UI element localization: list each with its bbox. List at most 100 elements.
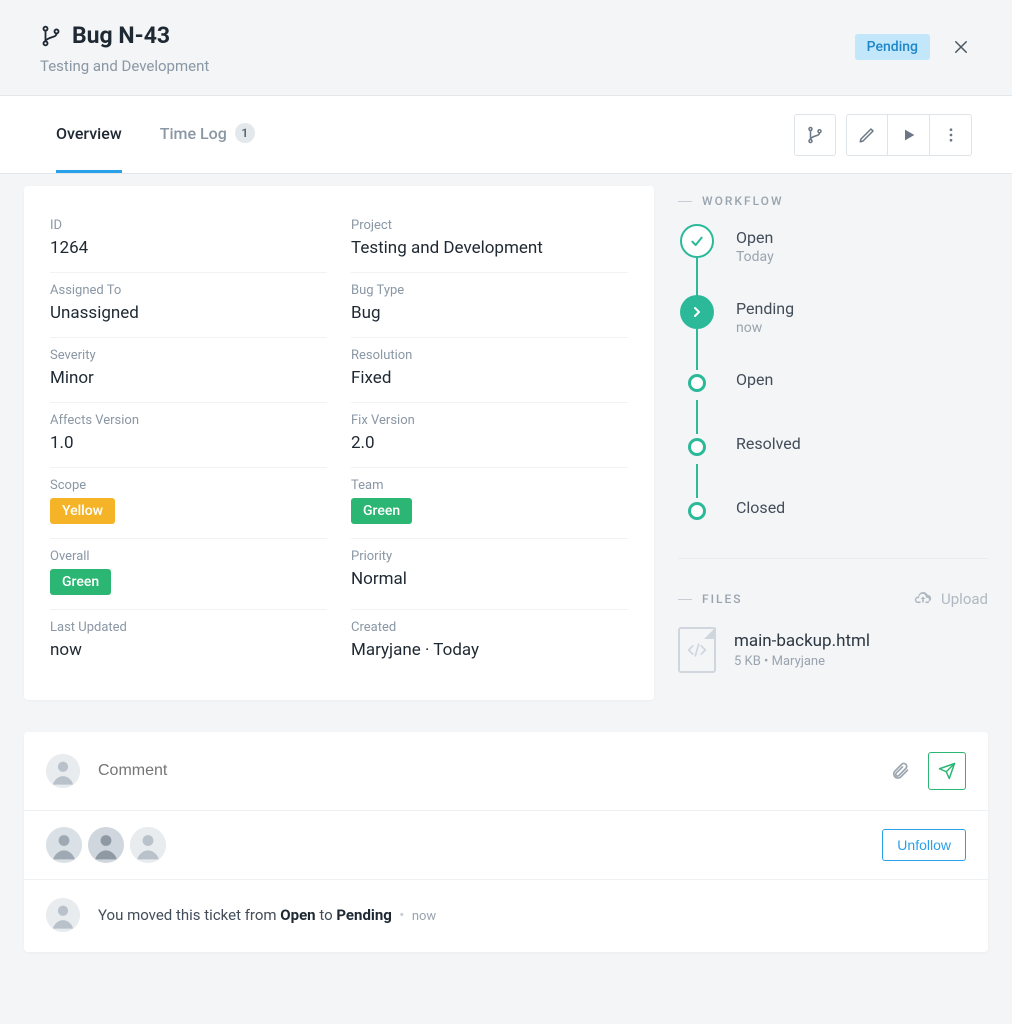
current-user-avatar — [46, 754, 80, 788]
label-project: Project — [351, 218, 628, 233]
label-updated: Last Updated — [50, 620, 327, 635]
file-item[interactable]: main-backup.html 5 KB • Maryjane — [678, 609, 988, 673]
label-bugtype: Bug Type — [351, 283, 628, 298]
activity-prefix: You moved this ticket from — [98, 906, 280, 924]
send-button[interactable] — [928, 752, 966, 790]
value-team: Green — [351, 498, 412, 524]
tab-overview-label: Overview — [56, 124, 122, 143]
label-severity: Severity — [50, 348, 327, 363]
workflow-step-time: Today — [736, 249, 774, 265]
page-title: Bug N-43 — [72, 22, 170, 49]
tabs: Overview Time Log 1 — [56, 96, 255, 173]
circle-icon — [688, 502, 706, 520]
field-affects: Affects Version 1.0 — [50, 403, 327, 468]
workflow-step-open-done[interactable]: Open Today — [680, 224, 988, 295]
field-overall: Overall Green — [50, 539, 327, 610]
tab-timelog-count: 1 — [235, 123, 255, 143]
title-row: Bug N-43 — [40, 22, 209, 49]
label-fix: Fix Version — [351, 413, 628, 428]
field-created: Created Maryjane · Today — [351, 610, 628, 674]
field-severity: Severity Minor — [50, 338, 327, 403]
main: ID 1264 Project Testing and Development … — [0, 174, 1012, 700]
field-scope: Scope Yellow — [50, 468, 327, 539]
branch-icon — [40, 25, 62, 47]
activity-from: Open — [280, 906, 315, 924]
activity-mid: to — [316, 906, 337, 924]
workflow-list: Open Today Pending now — [680, 224, 988, 528]
header-left: Bug N-43 Testing and Development — [40, 22, 209, 75]
side-panel: WORKFLOW Open Today — [678, 186, 988, 685]
followers-row: Unfollow — [24, 811, 988, 880]
workflow-section: WORKFLOW Open Today — [678, 186, 988, 540]
workflow-step-title: Pending — [736, 299, 794, 318]
follower-avatar[interactable] — [130, 827, 166, 863]
value-priority: Normal — [351, 569, 628, 589]
follower-avatar[interactable] — [46, 827, 82, 863]
workflow-step-resolved[interactable]: Resolved — [680, 430, 988, 494]
page-subtitle: Testing and Development — [40, 57, 209, 75]
circle-icon — [688, 374, 706, 392]
value-resolution: Fixed — [351, 368, 628, 388]
label-overall: Overall — [50, 549, 327, 564]
heading-dash-icon — [678, 599, 692, 600]
activity-to: Pending — [336, 906, 391, 924]
tab-timelog[interactable]: Time Log 1 — [160, 96, 255, 173]
branch-button[interactable] — [794, 114, 836, 156]
activity-time: now — [412, 909, 436, 924]
value-assigned: Unassigned — [50, 303, 327, 323]
details-grid: ID 1264 Project Testing and Development … — [50, 208, 628, 674]
edit-button[interactable] — [846, 114, 888, 156]
chevron-right-icon — [680, 295, 714, 329]
action-group — [846, 114, 972, 156]
more-button[interactable] — [930, 114, 972, 156]
value-fix: 2.0 — [351, 433, 628, 453]
field-updated: Last Updated now — [50, 610, 327, 674]
follower-avatars — [46, 827, 172, 863]
label-affects: Affects Version — [50, 413, 327, 428]
toolbar-actions — [794, 114, 972, 156]
workflow-step-open[interactable]: Open — [680, 366, 988, 430]
label-team: Team — [351, 478, 628, 493]
files-section: FILES Upload main-backup.html 5 KB • Mar… — [678, 559, 988, 685]
field-priority: Priority Normal — [351, 539, 628, 610]
workflow-step-title: Open — [736, 228, 774, 247]
field-assigned: Assigned To Unassigned — [50, 273, 327, 338]
tab-timelog-label: Time Log — [160, 124, 227, 143]
workflow-step-pending-current[interactable]: Pending now — [680, 295, 988, 366]
field-resolution: Resolution Fixed — [351, 338, 628, 403]
field-fix: Fix Version 2.0 — [351, 403, 628, 468]
workflow-step-closed[interactable]: Closed — [680, 494, 988, 528]
value-scope: Yellow — [50, 498, 115, 524]
close-button[interactable] — [950, 36, 972, 58]
play-button[interactable] — [888, 114, 930, 156]
cloud-upload-icon — [913, 589, 933, 609]
file-name: main-backup.html — [734, 631, 870, 651]
value-bugtype: Bug — [351, 303, 628, 323]
tab-overview[interactable]: Overview — [56, 96, 122, 173]
workflow-heading-text: WORKFLOW — [702, 194, 784, 208]
follower-avatar[interactable] — [88, 827, 124, 863]
label-resolution: Resolution — [351, 348, 628, 363]
field-id: ID 1264 — [50, 208, 327, 273]
field-project: Project Testing and Development — [351, 208, 628, 273]
workflow-step-title: Closed — [736, 498, 785, 517]
status-badge: Pending — [855, 34, 930, 60]
label-assigned: Assigned To — [50, 283, 327, 298]
upload-button[interactable]: Upload — [913, 589, 988, 609]
value-updated: now — [50, 640, 327, 660]
unfollow-button[interactable]: Unfollow — [882, 829, 966, 861]
heading-dash-icon — [678, 201, 692, 202]
tabbar: Overview Time Log 1 — [0, 96, 1012, 174]
activity-text: You moved this ticket from Open to Pendi… — [98, 906, 436, 924]
header: Bug N-43 Testing and Development Pending — [0, 0, 1012, 96]
check-icon — [680, 224, 714, 258]
comment-input[interactable] — [98, 762, 872, 780]
file-code-icon — [678, 627, 716, 673]
details-card: ID 1264 Project Testing and Development … — [24, 186, 654, 700]
value-severity: Minor — [50, 368, 327, 388]
label-created: Created — [351, 620, 628, 635]
attach-button[interactable] — [890, 760, 910, 782]
workflow-step-time: now — [736, 320, 794, 336]
upload-label: Upload — [941, 590, 988, 608]
label-id: ID — [50, 218, 327, 233]
